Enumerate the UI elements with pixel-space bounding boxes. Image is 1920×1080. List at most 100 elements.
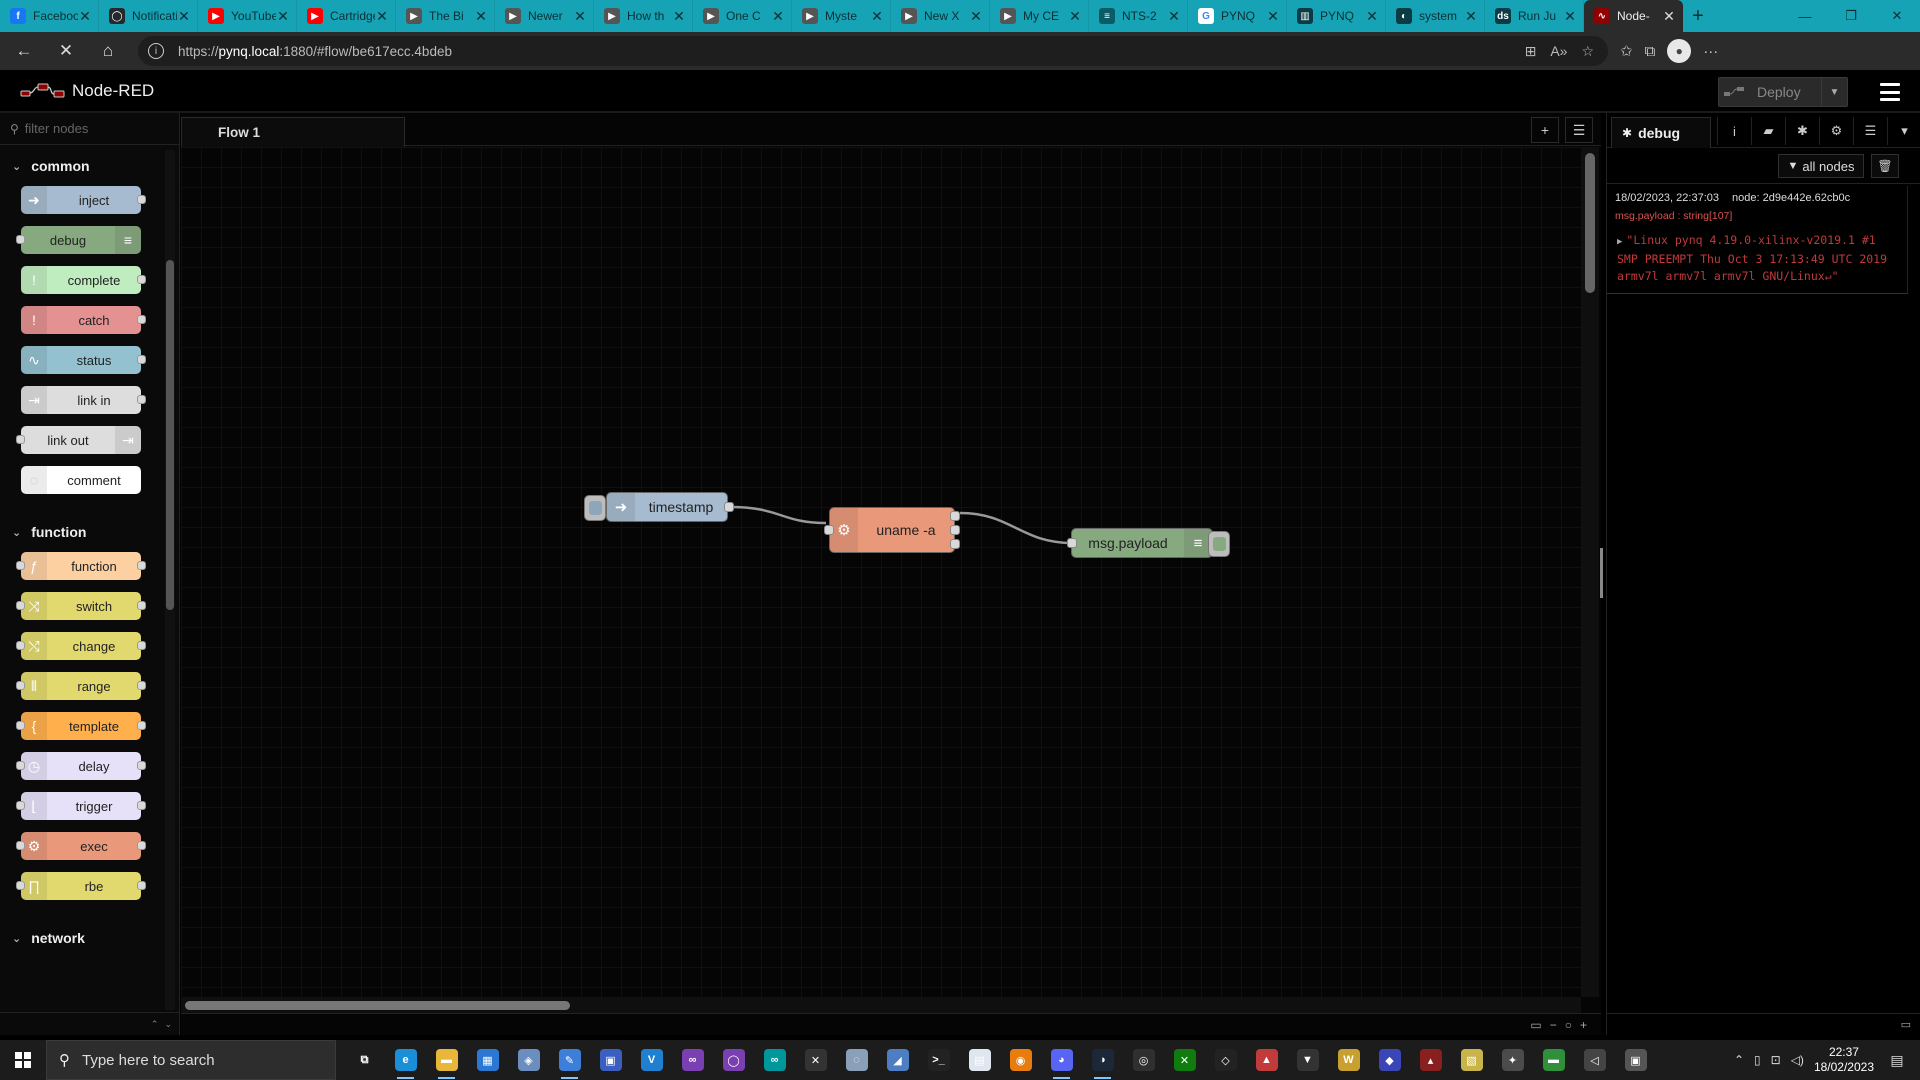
close-tab-icon[interactable]: ✕ [276, 8, 290, 25]
exec-output-port-1[interactable] [950, 511, 960, 521]
taskbar-app-5[interactable]: ✎ [549, 1040, 590, 1080]
close-tab-icon[interactable]: ✕ [375, 8, 389, 25]
taskbar-app-26[interactable]: ▴ [1410, 1040, 1451, 1080]
taskbar-app-31[interactable]: ▣ [1615, 1040, 1656, 1080]
palette-node-template[interactable]: {template [16, 712, 146, 740]
browser-tab[interactable]: ▥ PYNQ ✕ [1287, 0, 1386, 32]
flow-canvas[interactable]: ➜ timestamp ⚙ uname -a msg.payload ≡ [181, 147, 1581, 997]
browser-tab[interactable]: ∿ Node- ✕ [1584, 0, 1683, 32]
taskbar-app-3[interactable]: ▦ [467, 1040, 508, 1080]
palette-node-change[interactable]: ⤭ change [16, 632, 146, 660]
browser-tab[interactable]: ◯ Notifications✕ [99, 0, 198, 32]
exec-input-port[interactable] [824, 525, 834, 535]
taskbar-app-29[interactable]: ▬ [1533, 1040, 1574, 1080]
close-tab-icon[interactable]: ✕ [1464, 8, 1478, 25]
clear-messages-button[interactable]: 🗑 [1871, 154, 1899, 178]
palette-node-switch[interactable]: ⤨ switch [16, 592, 146, 620]
taskbar-app-1[interactable]: e [385, 1040, 426, 1080]
palette-node-comment[interactable]: ◌ comment [21, 466, 141, 494]
collapse-all-icon[interactable]: ⌃ [151, 1019, 159, 1030]
exec-output-port-3[interactable] [950, 539, 960, 549]
taskbar-app-7[interactable]: V [631, 1040, 672, 1080]
taskbar-app-6[interactable]: ▣ [590, 1040, 631, 1080]
tab-flow-1[interactable]: Flow 1 [181, 117, 405, 147]
palette-node-trigger[interactable]: ⌊ trigger [16, 792, 146, 820]
close-tab-icon[interactable]: ✕ [969, 8, 983, 25]
workspace-horizontal-scrollbar[interactable] [181, 997, 1581, 1013]
read-aloud-icon[interactable]: A» [1550, 43, 1567, 60]
palette-node-complete[interactable]: ! complete [21, 266, 146, 294]
close-tab-icon[interactable]: ✕ [672, 8, 686, 25]
new-tab-button[interactable]: + [1683, 0, 1713, 32]
close-tab-icon[interactable]: ✕ [1167, 8, 1181, 25]
taskbar-app-23[interactable]: ▼ [1287, 1040, 1328, 1080]
close-tab-icon[interactable]: ✕ [771, 8, 785, 25]
palette-search[interactable]: ⚲ filter nodes [0, 113, 179, 145]
browser-tab[interactable]: f Facebook✕ [0, 0, 99, 32]
flow-node-exec[interactable]: ⚙ uname -a [829, 507, 955, 553]
taskbar-app-13[interactable]: ◢ [877, 1040, 918, 1080]
config-gear-icon[interactable]: ⚙ [1819, 117, 1853, 145]
palette-node-link-in[interactable]: ⇥ link in [21, 386, 146, 414]
browser-tab[interactable]: ▶ One C ✕ [693, 0, 792, 32]
workspace-vertical-scrollbar[interactable] [1581, 147, 1599, 997]
browser-tab[interactable]: ▶ YouTube ✕ [198, 0, 297, 32]
close-tab-icon[interactable]: ✕ [1365, 8, 1379, 25]
deploy-menu-caret-icon[interactable]: ▼ [1821, 78, 1847, 106]
minimize-button[interactable]: — [1782, 0, 1828, 32]
browser-tab[interactable]: ds Run Ju ✕ [1485, 0, 1584, 32]
volume-icon[interactable]: ◁) [1791, 1053, 1804, 1067]
taskbar-app-25[interactable]: ◆ [1369, 1040, 1410, 1080]
close-tab-icon[interactable]: ✕ [1068, 8, 1082, 25]
palette-node-debug[interactable]: debug ≡ [16, 226, 141, 254]
taskbar-app-22[interactable]: ▲ [1246, 1040, 1287, 1080]
tab-debug[interactable]: ✱ debug [1611, 117, 1711, 148]
debug-payload[interactable]: ▶ "Linux pynq 4.19.0-xilinx-v2019.1 #1 SM… [1615, 232, 1899, 285]
palette-node-catch[interactable]: ! catch [21, 306, 146, 334]
back-button[interactable]: ← [6, 36, 42, 66]
notification-center-icon[interactable]: ▤ [1884, 1048, 1910, 1072]
palette-node-delay[interactable]: ◷ delay [16, 752, 146, 780]
taskbar-app-10[interactable]: ∞ [754, 1040, 795, 1080]
close-tab-icon[interactable]: ✕ [1563, 8, 1577, 25]
browser-tab[interactable]: ≡ NTS-2 ✕ [1089, 0, 1188, 32]
stop-loading-button[interactable]: ✕ [48, 36, 84, 66]
taskbar-app-19[interactable]: ◎ [1123, 1040, 1164, 1080]
palette-search-input[interactable]: filter nodes [25, 121, 89, 136]
palette-node-rbe[interactable]: ∏ rbe [16, 872, 146, 900]
taskbar-app-12[interactable]: ◌ [836, 1040, 877, 1080]
expand-triangle-icon[interactable]: ▶ [1617, 237, 1622, 247]
taskbar-app-24[interactable]: W [1328, 1040, 1369, 1080]
palette-node-link-out[interactable]: link out ⇥ [16, 426, 141, 454]
app-available-icon[interactable]: ⊞ [1525, 43, 1537, 60]
inject-output-port[interactable] [724, 502, 734, 512]
taskbar-app-28[interactable]: ✦ [1492, 1040, 1533, 1080]
taskbar-search[interactable]: ⚲ Type here to search [46, 1040, 336, 1080]
home-button[interactable]: ⌂ [90, 36, 126, 66]
close-tab-icon[interactable]: ✕ [1266, 8, 1280, 25]
taskbar-app-14[interactable]: >_ [918, 1040, 959, 1080]
zoom-out-icon[interactable]: − [1550, 1018, 1557, 1032]
deploy-button[interactable]: Deploy ▼ [1718, 77, 1848, 107]
favorites-icon[interactable]: ✩ [1620, 42, 1633, 60]
exec-output-port-2[interactable] [950, 525, 960, 535]
tray-chevron-icon[interactable]: ⌃ [1734, 1053, 1744, 1067]
palette-category-network[interactable]: ⌄ network [0, 918, 162, 958]
flow-node-debug[interactable]: msg.payload ≡ [1071, 528, 1213, 558]
inject-trigger-button[interactable] [584, 495, 606, 521]
help-book-icon[interactable]: ▰ [1751, 117, 1785, 145]
zoom-in-icon[interactable]: + [1580, 1018, 1587, 1032]
palette-node-status[interactable]: ∿ status [21, 346, 146, 374]
close-tab-icon[interactable]: ✕ [474, 8, 488, 25]
taskbar-app-21[interactable]: ◇ [1205, 1040, 1246, 1080]
start-button[interactable] [0, 1040, 46, 1080]
taskbar-app-2[interactable]: ▬ [426, 1040, 467, 1080]
battery-icon[interactable]: ▯ [1754, 1053, 1761, 1067]
sidebar-menu-caret-icon[interactable]: ▾ [1887, 117, 1920, 145]
debug-bug-icon[interactable]: ✱ [1785, 117, 1819, 145]
taskbar-app-20[interactable]: ✕ [1164, 1040, 1205, 1080]
sidebar-resize-handle[interactable] [1600, 548, 1603, 598]
taskbar-app-8[interactable]: ∞ [672, 1040, 713, 1080]
browser-tab[interactable]: ▶ New X ✕ [891, 0, 990, 32]
collections-icon[interactable]: ⧉ [1645, 43, 1656, 60]
